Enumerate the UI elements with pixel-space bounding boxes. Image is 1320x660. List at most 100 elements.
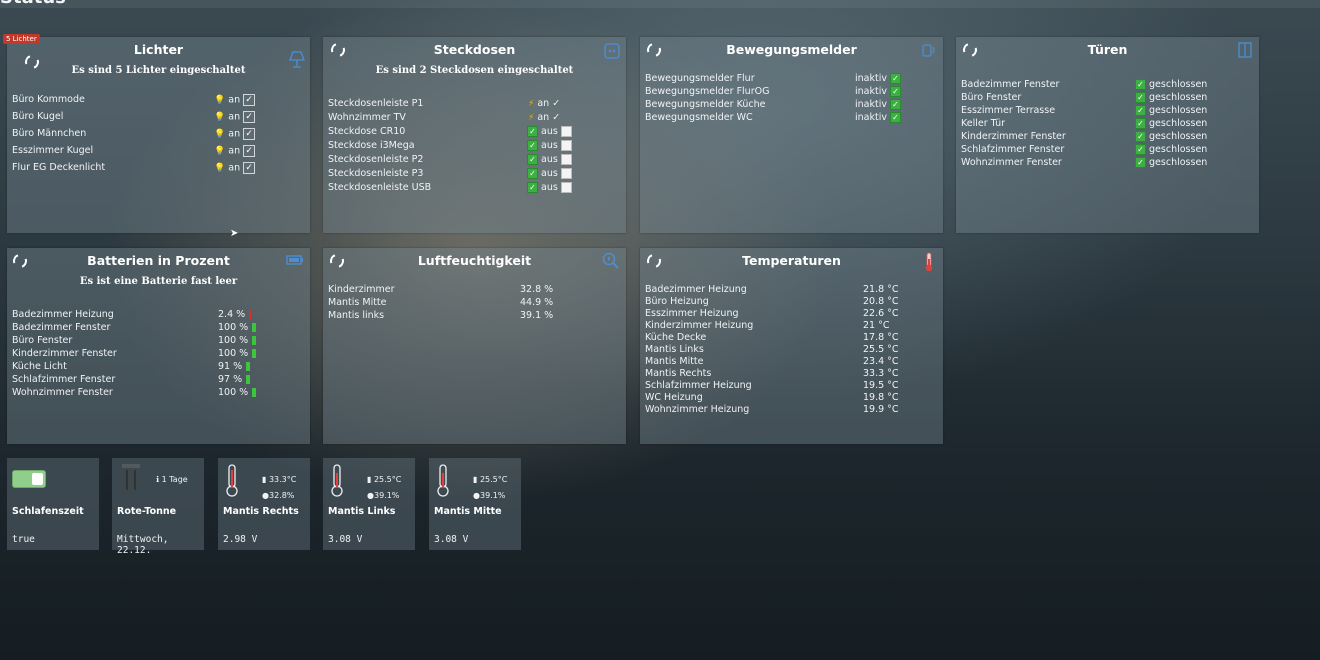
item-state: aus — [541, 182, 558, 193]
item-name: Büro Männchen — [12, 128, 87, 139]
card-temperaturen: Temperaturen Badezimmer Heizung 21.8 °C B… — [640, 248, 943, 444]
list-item: Badezimmer Fenster 100 % — [12, 320, 305, 333]
card-title: Steckdosen — [433, 42, 516, 57]
list-item: Bewegungsmelder Flur inaktiv ✓ — [645, 71, 938, 84]
item-state: inaktiv — [855, 86, 887, 97]
item-value: 97 % — [218, 374, 243, 385]
mouse-cursor-icon: ➤ — [230, 228, 239, 239]
temp-value: 25.5°C — [373, 475, 402, 484]
item-status: 💡 an ✓ — [214, 111, 256, 123]
item-name: Küche Licht — [12, 361, 67, 372]
motion-sensor-icon — [921, 42, 937, 62]
list-item: Steckdosenleiste P3 ✓ aus — [328, 166, 621, 180]
list-item: Steckdose i3Mega ✓ aus — [328, 138, 621, 152]
info-icon: ℹ — [156, 475, 160, 484]
item-name: Kinderzimmer — [328, 284, 395, 295]
ok-check-icon: ✓ — [890, 112, 902, 123]
check-icon[interactable]: ✓ — [552, 98, 560, 109]
item-value: 100 % — [218, 387, 249, 398]
door-icon — [1237, 42, 1253, 62]
list-item: Esszimmer Kugel 💡 an ✓ — [12, 143, 305, 160]
list-item: Schlafzimmer Fenster 97 % — [12, 372, 305, 385]
item-status: ✓ geschlossen — [1135, 131, 1207, 142]
item-status: 💡 an ✓ — [214, 145, 256, 157]
item-status: ✓ aus — [527, 126, 572, 137]
item-name: Bewegungsmelder WC — [645, 112, 753, 123]
list-item: Mantis Mitte 44.9 % — [328, 295, 621, 308]
item-name: Steckdosenleiste USB — [328, 182, 432, 193]
socket-toggle-checkbox[interactable] — [560, 154, 572, 165]
item-value: 32.8 % — [520, 284, 554, 295]
bulb-icon: 💡 — [214, 112, 226, 123]
light-toggle-checkbox[interactable]: ✓ — [243, 145, 256, 157]
humidity-search-icon — [602, 252, 620, 274]
tile-schlafenszeit[interactable]: Schlafenszeit true — [7, 458, 99, 550]
ok-check-icon: ✓ — [527, 154, 538, 165]
item-name: Flur EG Deckenlicht — [12, 162, 106, 173]
lamp-icon — [289, 51, 305, 73]
item-value: 44.9 % — [520, 297, 554, 308]
bulb-icon: 💡 — [214, 95, 226, 106]
list-item: Büro Fenster ✓ geschlossen — [961, 90, 1254, 103]
bolt-icon: ⚡ — [528, 113, 535, 123]
list-item: Bewegungsmelder WC inaktiv ✓ — [645, 110, 938, 123]
list-item: Büro Fenster 100 % — [12, 333, 305, 346]
socket-toggle-checkbox[interactable] — [560, 126, 572, 137]
card-subtitle: Es sind 2 Steckdosen eingeschaltet — [375, 65, 574, 76]
battery-level-icon — [246, 362, 251, 371]
page-title: Status — [0, 0, 66, 8]
item-name: Badezimmer Fenster — [12, 322, 111, 333]
thermometer-icon — [924, 252, 934, 276]
battery-level-icon — [252, 388, 257, 397]
item-state: an — [228, 162, 241, 174]
motion-list: Bewegungsmelder Flur inaktiv ✓ Bewegungs… — [645, 71, 938, 123]
tile-mantis-mitte[interactable]: ▮ 25.5°C ●39.1% Mantis Mitte 3.08 V — [429, 458, 521, 550]
item-status: 💡 an ✓ — [214, 162, 256, 174]
temp-icon: ▮ — [473, 475, 478, 484]
sleep-toggle[interactable] — [12, 470, 46, 488]
socket-toggle-checkbox[interactable] — [560, 182, 572, 193]
days-remaining: ℹ 1 Tage — [156, 475, 188, 484]
item-state: aus — [541, 126, 558, 137]
thermometer-icon — [329, 464, 345, 502]
item-name: Schlafzimmer Fenster — [961, 144, 1065, 155]
temp-icon: ▮ — [262, 475, 267, 484]
list-item: Büro Kommode 💡 an ✓ — [12, 92, 305, 109]
check-icon[interactable]: ✓ — [552, 112, 560, 123]
item-status: 2.4 % — [218, 309, 252, 320]
list-item: Kinderzimmer Fenster ✓ geschlossen — [961, 129, 1254, 142]
list-item: Wohnzimmer Fenster 100 % — [12, 385, 305, 398]
item-name: Kinderzimmer Fenster — [961, 131, 1066, 142]
item-name: Büro Fenster — [961, 92, 1022, 103]
light-toggle-checkbox[interactable]: ✓ — [243, 94, 256, 106]
bulb-icon: 💡 — [214, 129, 226, 140]
socket-toggle-checkbox[interactable] — [560, 168, 572, 179]
list-item: Steckdose CR10 ✓ aus — [328, 124, 621, 138]
item-state: geschlossen — [1149, 92, 1208, 103]
light-toggle-checkbox[interactable]: ✓ — [243, 128, 256, 140]
battery-list: Badezimmer Heizung 2.4 % Badezimmer Fens… — [12, 307, 305, 398]
socket-toggle-checkbox[interactable] — [560, 140, 572, 151]
item-name: Steckdosenleiste P1 — [328, 98, 424, 109]
item-name: Bewegungsmelder Flur — [645, 73, 755, 84]
tile-value: true — [12, 534, 35, 545]
light-toggle-checkbox[interactable]: ✓ — [243, 111, 256, 123]
item-name: Bewegungsmelder FlurOG — [645, 86, 770, 97]
card-title: Türen — [1087, 42, 1128, 57]
light-toggle-checkbox[interactable]: ✓ — [243, 162, 256, 174]
item-status: ✓ geschlossen — [1135, 79, 1207, 90]
item-state: geschlossen — [1149, 144, 1208, 155]
item-status: 100 % — [218, 348, 257, 359]
tile-rote-tonne[interactable]: ℹ 1 Tage Rote-Tonne Mittwoch, 22.12. — [112, 458, 204, 556]
temp-value: 25.5°C — [479, 475, 508, 484]
tile-value: 2.98 V — [223, 534, 258, 545]
item-name: Wohnzimmer Fenster — [12, 387, 113, 398]
tile-mantis-rechts[interactable]: ▮ 33.3°C ●32.8% Mantis Rechts 2.98 V — [218, 458, 310, 550]
tile-mantis-links[interactable]: ▮ 25.5°C ●39.1% Mantis Links 3.08 V — [323, 458, 415, 550]
tile-humidity: ●39.1% — [473, 491, 505, 500]
bulb-icon: 💡 — [214, 163, 226, 174]
bolt-icon: ⚡ — [528, 99, 535, 109]
temperature-list: Badezimmer Heizung 21.8 °C Büro Heizung 20… — [645, 282, 938, 415]
item-state: an — [228, 94, 241, 106]
list-item: Flur EG Deckenlicht 💡 an ✓ — [12, 160, 305, 177]
